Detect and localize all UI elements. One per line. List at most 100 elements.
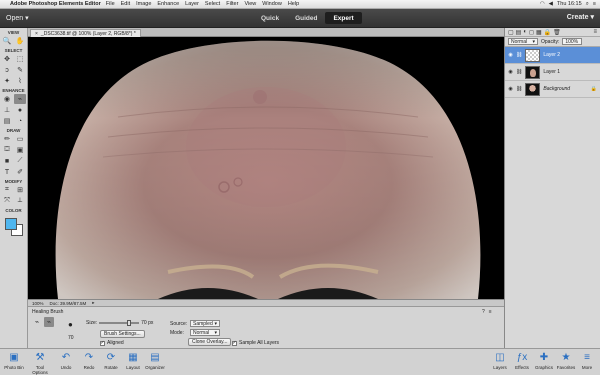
link-icon[interactable]: ⛓ (516, 52, 522, 58)
straighten-tool-icon[interactable]: ⟂ (14, 196, 26, 206)
create-button[interactable]: Create ▾ (567, 13, 594, 22)
source-select[interactable]: Sampled ▾ (190, 320, 220, 327)
link-icon[interactable]: ⛓ (516, 86, 522, 92)
image-canvas[interactable] (28, 37, 504, 299)
healing-brush-tool-icon[interactable]: ⌁ (14, 94, 26, 104)
tool-options-button[interactable]: ⚒ Tool Options (28, 351, 52, 375)
more-button[interactable]: ≡ More (575, 351, 599, 370)
size-slider[interactable] (99, 320, 140, 326)
menu-window[interactable]: Window (262, 1, 282, 7)
app-name-menu[interactable]: Adobe Photoshop Elements Editor (10, 1, 101, 7)
foreground-color-swatch[interactable] (5, 218, 17, 230)
spotlight-icon[interactable]: ⌕ (586, 1, 589, 8)
rotate-button[interactable]: ⟳ Rotate (99, 351, 123, 370)
clock[interactable]: Thu 16:15 (557, 1, 582, 7)
link-icon[interactable]: ⛓ (516, 69, 522, 75)
selection-brush-tool-icon[interactable]: ⌇ (14, 76, 26, 86)
volume-icon[interactable]: ◀ (549, 1, 553, 7)
open-button[interactable]: Open ▾ (6, 14, 29, 23)
clone-overlay-button[interactable]: Clone Overlay... (188, 338, 232, 346)
sample-all-layers-checkbox[interactable]: ✓ (232, 340, 237, 346)
delete-layer-icon[interactable]: 🗑 (553, 29, 561, 36)
panel-menu-icon[interactable]: ≡ (593, 29, 600, 35)
type-tool-icon[interactable]: T (1, 167, 13, 177)
brush-settings-button[interactable]: Brush Settings... (100, 330, 145, 338)
sponge-tool-icon[interactable]: ▤ (1, 116, 13, 126)
clone-stamp-tool-icon[interactable]: ⊥ (1, 105, 13, 115)
visibility-eye-icon[interactable]: ◉ (508, 69, 513, 75)
undo-label: Undo (60, 365, 72, 370)
layout-button[interactable]: ▦ Layout (121, 351, 145, 370)
opacity-select[interactable]: 100% (562, 38, 583, 45)
menu-layer[interactable]: Layer (185, 1, 199, 7)
menu-list-icon[interactable]: ≡ (593, 1, 596, 7)
new-layer-icon[interactable]: ▢ (508, 29, 514, 36)
lasso-tool-icon[interactable]: ↄ (1, 65, 13, 75)
close-icon[interactable]: × (35, 31, 38, 37)
visibility-eye-icon[interactable]: ◉ (508, 52, 513, 58)
layer-row-layer-2[interactable]: ◉ ⛓ Layer 2 (505, 47, 600, 64)
menu-help[interactable]: Help (288, 1, 299, 7)
magic-wand-tool-icon[interactable]: ✦ (1, 76, 13, 86)
undo-button[interactable]: ↶ Undo (54, 351, 78, 370)
spot-healing-brush-icon[interactable]: ⌁ (32, 317, 42, 327)
brush-preview-icon[interactable]: ● (68, 320, 73, 329)
blend-mode-select[interactable]: Normal ▾ (508, 38, 538, 45)
red-eye-tool-icon[interactable]: ◉ (1, 94, 13, 104)
menu-select[interactable]: Select (205, 1, 220, 7)
aligned-checkbox[interactable]: ✓ (100, 340, 105, 346)
mode-guided[interactable]: Guided (287, 12, 325, 24)
shape-tool-icon[interactable]: ■ (1, 156, 13, 166)
layer-row-layer-1[interactable]: ◉ ⛓ Layer 1 (505, 64, 600, 81)
gradient-tool-icon[interactable]: ▣ (14, 145, 26, 155)
adjustment-layer-icon[interactable]: ◐ (523, 29, 527, 35)
lock-transparency-icon[interactable]: ▦ (536, 29, 542, 36)
photo-bin-button[interactable]: ▣ Photo Bin (2, 351, 26, 370)
content-aware-move-tool-icon[interactable]: ⤧ (1, 196, 13, 206)
mode-expert[interactable]: Expert (325, 12, 362, 24)
mode-quick[interactable]: Quick (253, 12, 287, 24)
graphics-icon: ✚ (539, 352, 549, 363)
quick-selection-tool-icon[interactable]: ✎ (14, 65, 26, 75)
eraser-tool-icon[interactable]: ▭ (14, 134, 26, 144)
doc-info: Doc: 39.9M/87.5M (49, 300, 87, 306)
menu-filter[interactable]: Filter (226, 1, 238, 7)
zoom-tool-icon[interactable]: 🔍 (1, 36, 13, 46)
pencil-tool-icon[interactable]: ✐ (14, 167, 26, 177)
menu-file[interactable]: File (106, 1, 115, 7)
visibility-eye-icon[interactable]: ◉ (508, 86, 513, 92)
crop-tool-icon[interactable]: ⌗ (1, 185, 13, 195)
mode-label: Mode: (170, 329, 184, 336)
layers-button[interactable]: ◫ Layers (488, 351, 512, 370)
organizer-button[interactable]: ▤ Organizer (143, 351, 167, 370)
menu-image[interactable]: Image (136, 1, 151, 7)
move-tool-icon[interactable]: ✥ (1, 54, 13, 64)
brush-tool-icon[interactable]: ✏ (1, 134, 13, 144)
redo-icon: ↷ (84, 352, 94, 363)
layer-row-background[interactable]: ◉ ⛓ Background 🔒 (505, 81, 600, 98)
healing-brush-icon[interactable]: ⌁ (44, 317, 54, 327)
document-tab[interactable]: × _DSC3638.tif @ 100% (Layer 2, RGB/8*) … (30, 29, 141, 37)
wifi-icon[interactable]: ◠ (540, 1, 545, 7)
panel-menu-icon[interactable]: ≡ (489, 309, 492, 315)
mode-select[interactable]: Normal ▾ (190, 329, 220, 336)
graphics-button[interactable]: ✚ Graphics (532, 351, 556, 370)
size-value[interactable]: 70 px (141, 320, 153, 326)
menu-view[interactable]: View (244, 1, 256, 7)
help-icon[interactable]: ? (482, 309, 485, 315)
dodge-tool-icon[interactable]: ◔ (14, 116, 26, 126)
recompose-tool-icon[interactable]: ⊞ (14, 185, 26, 195)
effects-button[interactable]: ƒx Effects (510, 351, 534, 370)
marquee-tool-icon[interactable]: ⬚ (14, 54, 26, 64)
hand-tool-icon[interactable]: ✋ (14, 36, 26, 46)
menu-enhance[interactable]: Enhance (157, 1, 179, 7)
mask-icon[interactable]: ◻ (529, 29, 534, 36)
paint-bucket-tool-icon[interactable]: ⛋ (1, 145, 13, 155)
new-group-icon[interactable]: ▤ (516, 29, 522, 36)
redo-button[interactable]: ↷ Redo (77, 351, 101, 370)
eyedropper-tool-icon[interactable]: ⟋ (14, 156, 26, 166)
lock-icon[interactable]: 🔒 (544, 29, 551, 36)
blur-tool-icon[interactable]: ● (14, 105, 26, 115)
menu-edit[interactable]: Edit (121, 1, 130, 7)
layers-toolbar: ▢ ▤ ◐ ◻ ▦ 🔒 🗑 ≡ (505, 28, 600, 37)
